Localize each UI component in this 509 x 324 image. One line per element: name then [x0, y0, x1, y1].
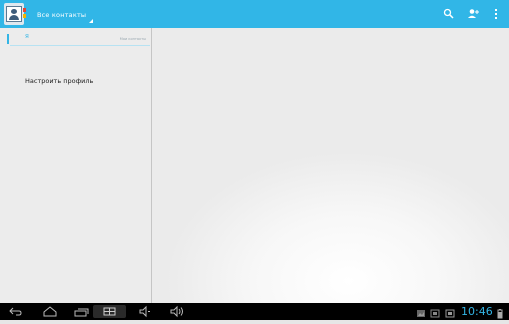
clock[interactable]: 10:46: [461, 305, 493, 318]
setup-profile-item[interactable]: Настроить профиль: [25, 77, 93, 85]
contact-head: [11, 9, 17, 14]
battery-icon: [497, 305, 503, 324]
contacts-app-icon[interactable]: [4, 3, 26, 25]
gallery-notification-icon[interactable]: [416, 305, 426, 324]
search-hint: Мои контакты: [119, 37, 146, 41]
home-icon[interactable]: [41, 305, 59, 318]
overflow-menu-icon[interactable]: [492, 7, 506, 21]
sd-card-icon: [445, 305, 455, 324]
search-field[interactable]: Я Мои контакты: [7, 34, 150, 46]
search-icon[interactable]: [442, 7, 456, 21]
volume-up-icon[interactable]: [168, 305, 186, 318]
selection-indicator: [7, 34, 9, 44]
picture-notification-icon[interactable]: [430, 305, 440, 324]
contacts-list-pane: Я Мои контакты Настроить профиль: [0, 28, 154, 303]
screenshot-icon[interactable]: [93, 305, 126, 318]
search-query: Я: [25, 34, 29, 40]
back-icon[interactable]: [6, 305, 26, 318]
contact-detail-pane: [152, 28, 509, 303]
system-bar: 10:46: [0, 303, 509, 320]
account-filter-spinner[interactable]: Все контакты: [37, 4, 93, 24]
contact-body: [9, 15, 19, 20]
action-bar: Все контакты: [0, 0, 509, 28]
search-underline: [10, 45, 150, 46]
spinner-indicator-icon: [89, 19, 93, 23]
account-filter-label: Все контакты: [37, 11, 87, 19]
recent-apps-icon[interactable]: [72, 305, 92, 318]
add-contact-icon[interactable]: [466, 7, 480, 21]
volume-down-icon[interactable]: [137, 305, 153, 318]
bookmark-tab-yellow: [23, 14, 26, 18]
bookmark-tab-red: [23, 8, 26, 12]
